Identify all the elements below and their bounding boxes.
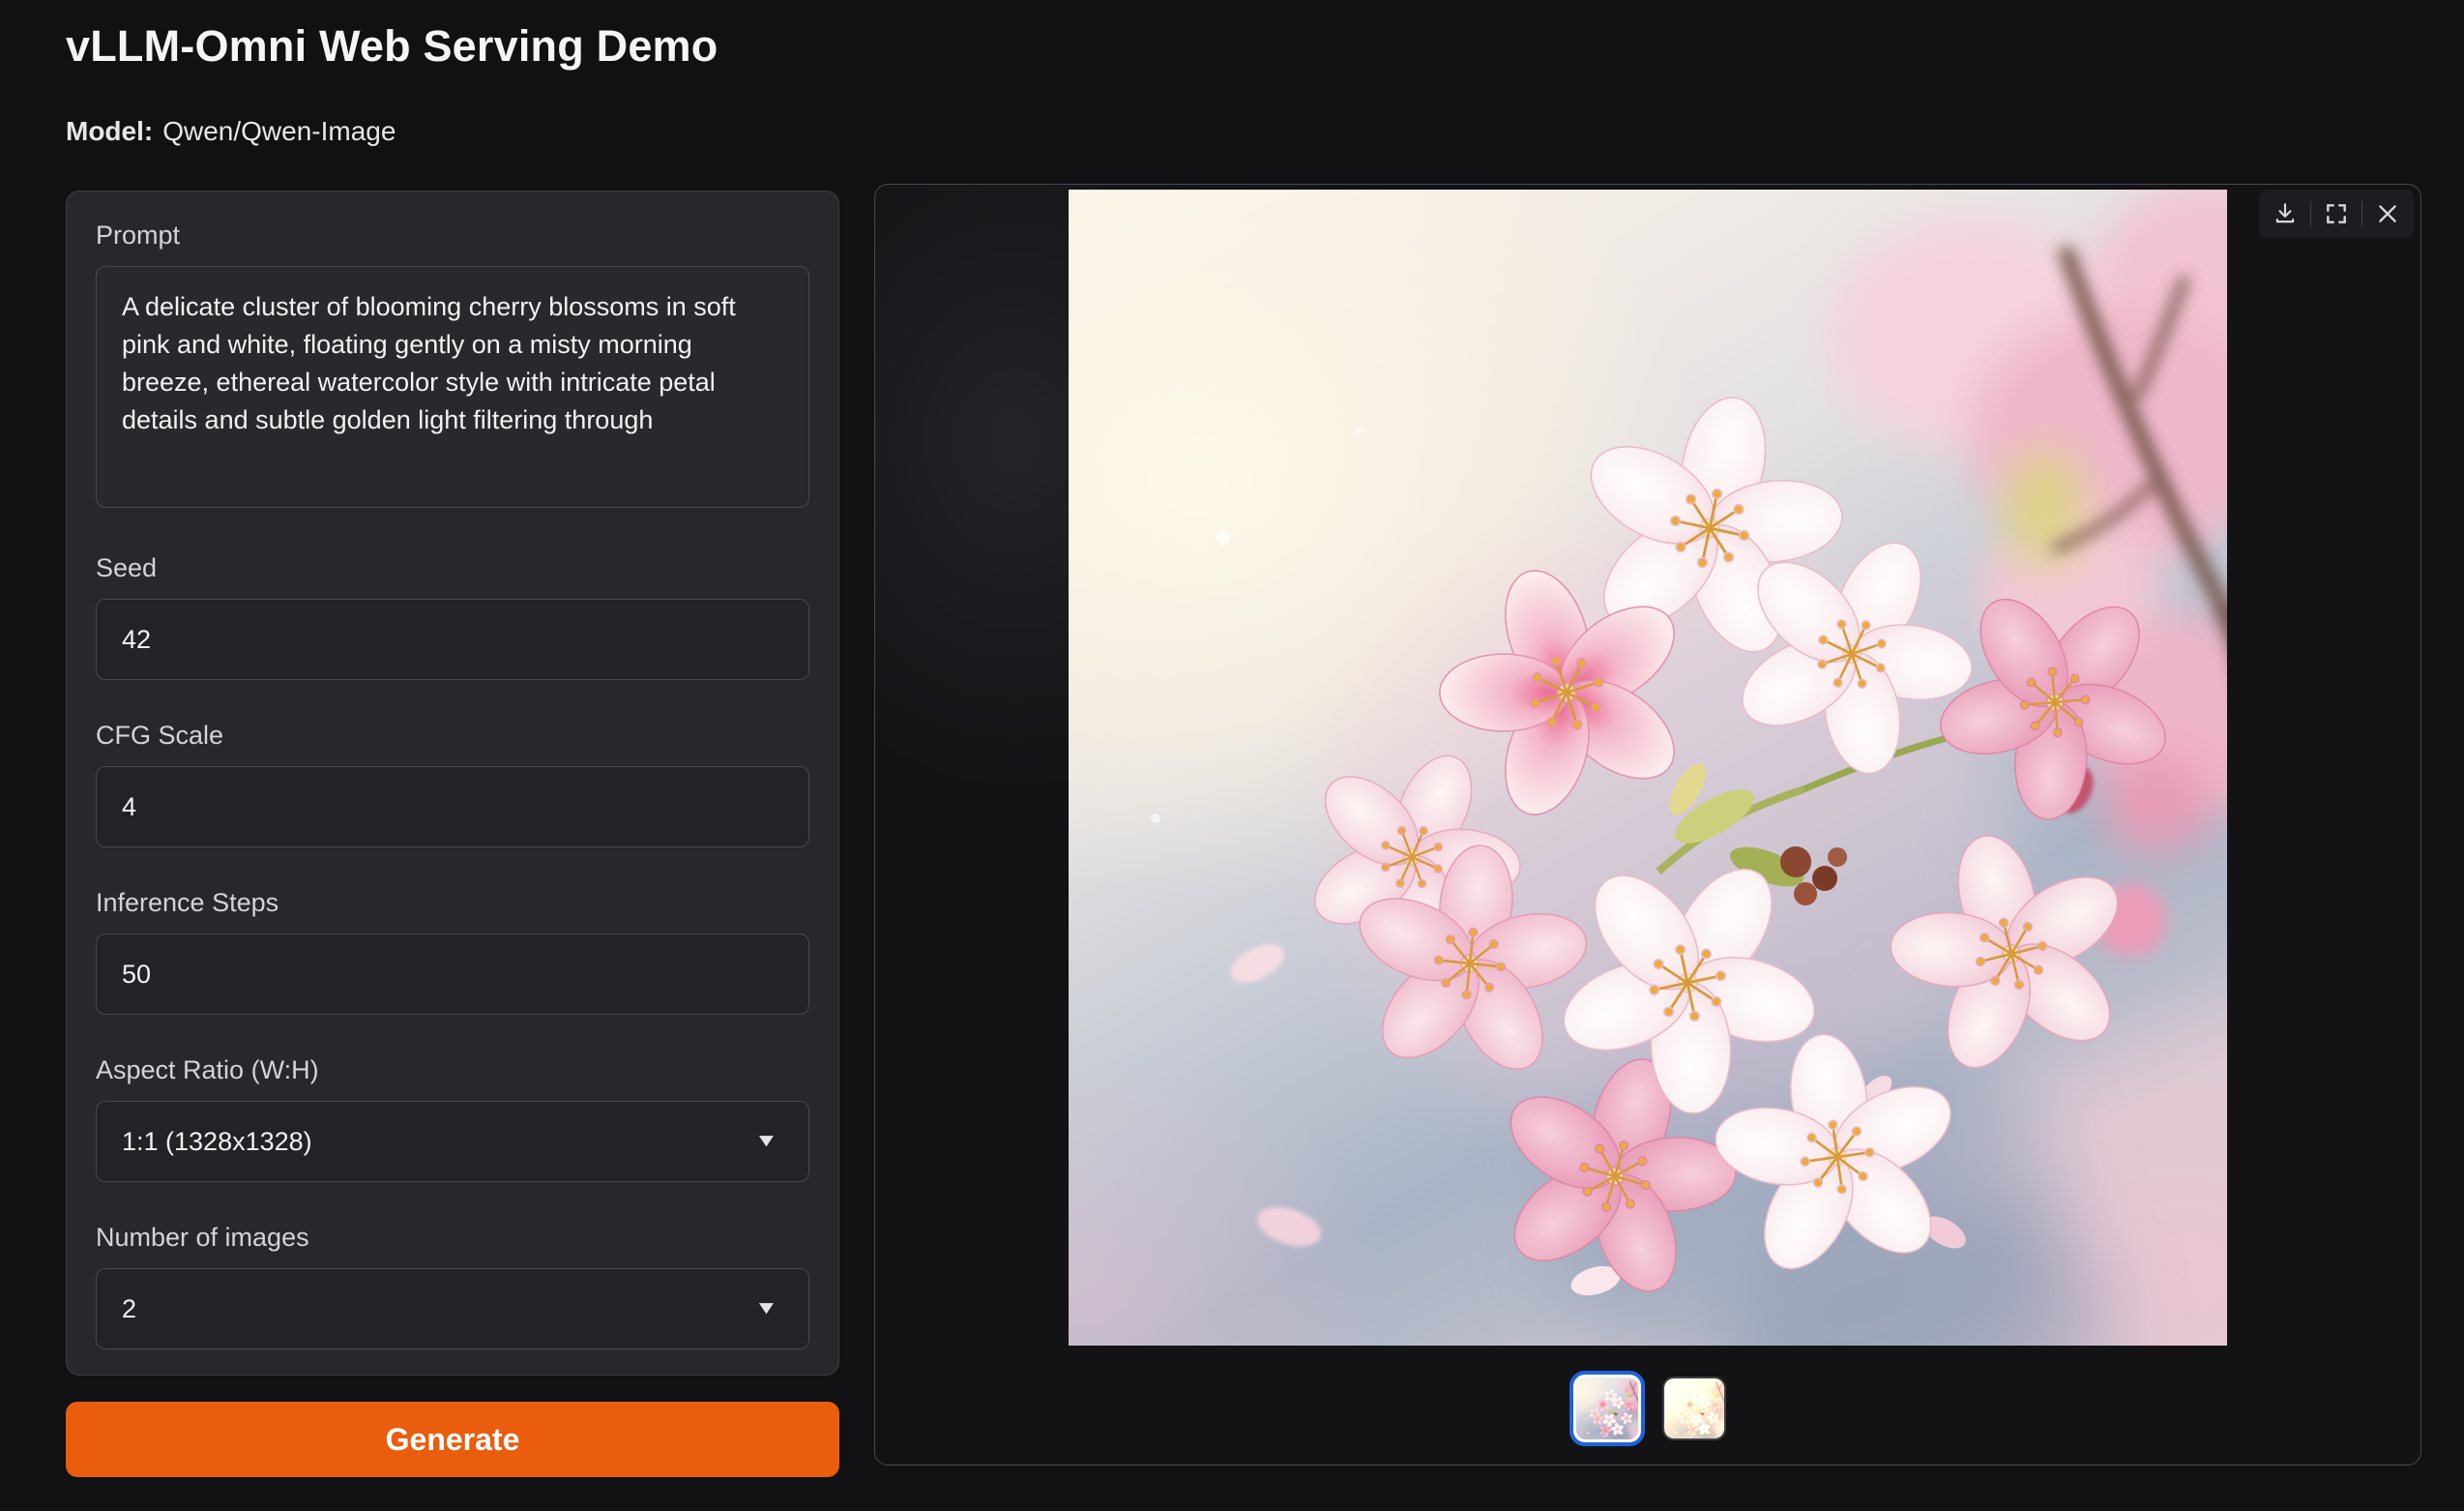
thumbnail-1-selected[interactable] — [1569, 1371, 1645, 1446]
thumbnail-1-image — [1576, 1378, 1638, 1439]
image-viewer-panel — [874, 184, 2421, 1466]
thumbnail-2[interactable] — [1662, 1377, 1726, 1440]
close-icon[interactable] — [2369, 197, 2406, 230]
num-images-value: 2 — [122, 1294, 136, 1324]
download-icon[interactable] — [2267, 197, 2303, 230]
chevron-down-icon: ▼ — [754, 1298, 778, 1319]
toolbar-divider — [2361, 201, 2362, 226]
aspect-ratio-label: Aspect Ratio (W:H) — [96, 1055, 809, 1085]
seed-input[interactable] — [96, 599, 809, 680]
chevron-down-icon: ▼ — [754, 1131, 778, 1152]
num-images-select[interactable]: 2 ▼ — [96, 1268, 809, 1349]
aspect-ratio-value: 1:1 (1328x1328) — [122, 1127, 312, 1157]
toolbar-divider — [2310, 201, 2311, 226]
num-images-group: Number of images 2 ▼ — [96, 1223, 809, 1349]
settings-panel: Prompt A delicate cluster of blooming ch… — [66, 191, 839, 1376]
generate-button[interactable]: Generate — [66, 1402, 839, 1477]
aspect-ratio-select[interactable]: 1:1 (1328x1328) ▼ — [96, 1101, 809, 1182]
image-toolbar — [2259, 190, 2414, 238]
inference-steps-input[interactable] — [96, 933, 809, 1015]
seed-group: Seed — [96, 553, 809, 680]
model-line: Model: Qwen/Qwen-Image — [66, 116, 396, 147]
cfg-scale-label: CFG Scale — [96, 721, 809, 751]
prompt-input[interactable]: A delicate cluster of blooming cherry bl… — [96, 266, 809, 508]
seed-label: Seed — [96, 553, 809, 583]
model-label: Model: — [66, 116, 153, 146]
settings-column: Prompt A delicate cluster of blooming ch… — [66, 191, 839, 1376]
cfg-scale-group: CFG Scale — [96, 721, 809, 847]
fullscreen-icon[interactable] — [2318, 197, 2355, 230]
inference-steps-label: Inference Steps — [96, 888, 809, 918]
model-value: Qwen/Qwen-Image — [162, 116, 396, 146]
inference-steps-group: Inference Steps — [96, 888, 809, 1015]
page-title: vLLM-Omni Web Serving Demo — [66, 21, 718, 72]
thumbnail-gallery — [875, 1371, 2420, 1446]
generated-image[interactable] — [1069, 190, 2227, 1346]
prompt-label: Prompt — [96, 221, 809, 251]
num-images-label: Number of images — [96, 1223, 809, 1253]
prompt-group: Prompt A delicate cluster of blooming ch… — [96, 221, 809, 513]
thumbnail-2-image — [1664, 1378, 1724, 1438]
cfg-scale-input[interactable] — [96, 766, 809, 847]
aspect-ratio-group: Aspect Ratio (W:H) 1:1 (1328x1328) ▼ — [96, 1055, 809, 1182]
